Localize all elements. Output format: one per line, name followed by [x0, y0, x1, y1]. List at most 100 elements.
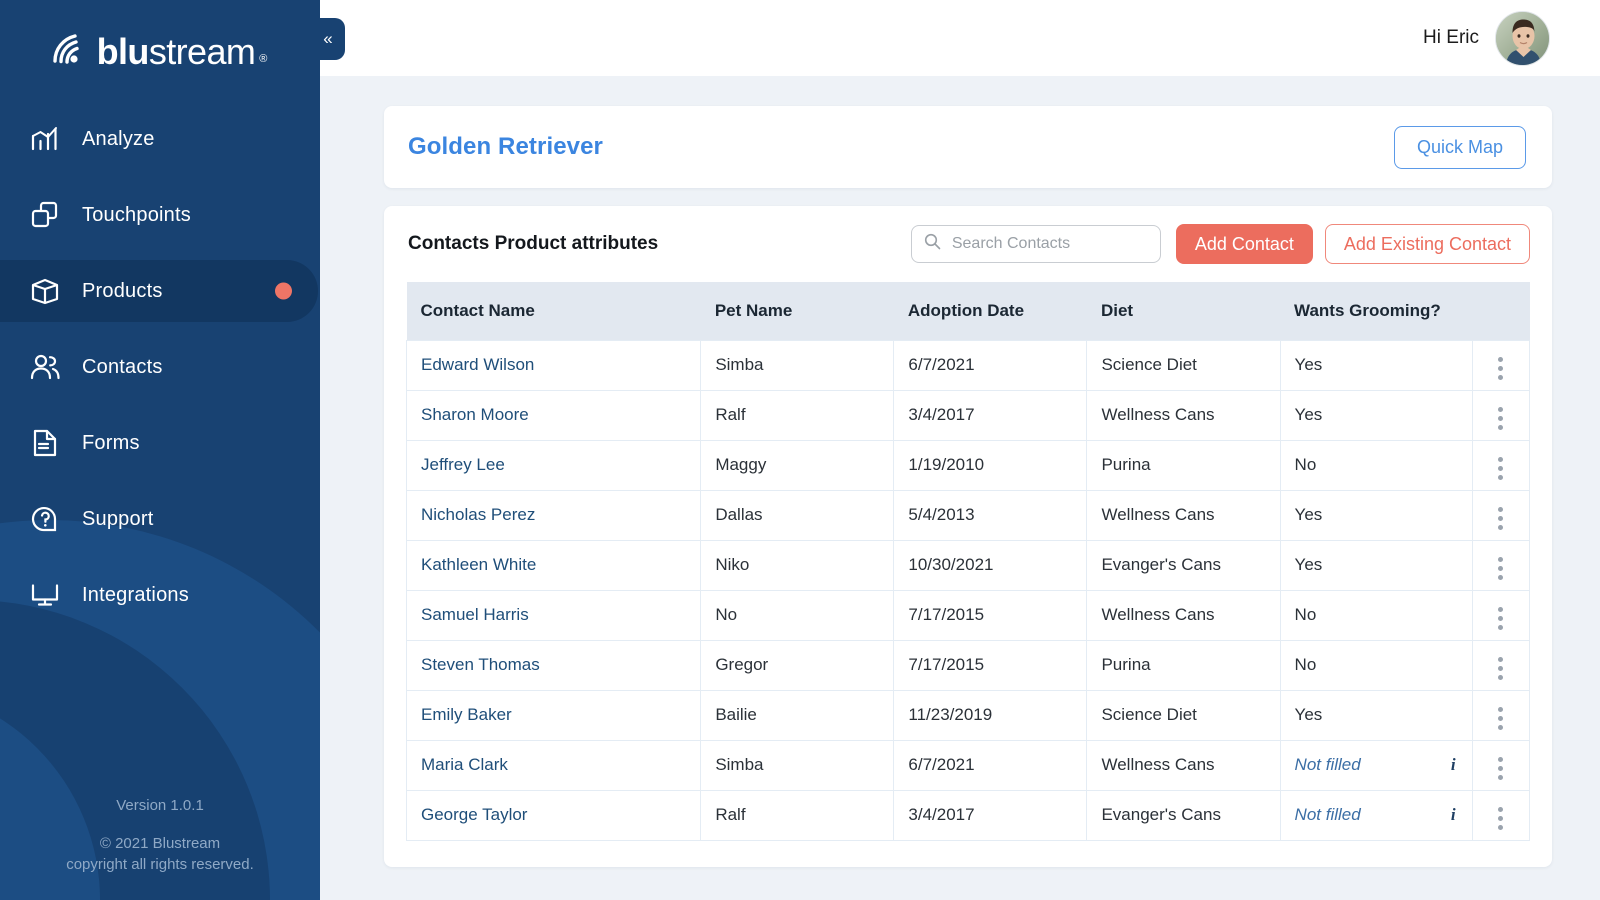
- contact-name-link[interactable]: Edward Wilson: [421, 355, 534, 374]
- sidebar-footer: Version 1.0.1 © 2021 Blustream copyright…: [0, 795, 320, 876]
- sidebar-item-support[interactable]: Support: [0, 488, 320, 550]
- sidebar-item-touchpoints[interactable]: Touchpoints: [0, 184, 320, 246]
- info-icon[interactable]: i: [1451, 805, 1456, 825]
- cell-adoption-date: 7/17/2015: [893, 589, 1088, 641]
- table-row: Jeffrey Lee Maggy 1/19/2010 Purina No: [405, 439, 1531, 491]
- cell-wants-grooming: No: [1279, 589, 1473, 641]
- contacts-heading: Contacts Product attributes: [408, 233, 659, 254]
- bar-chart-icon: [28, 122, 62, 156]
- sidebar-item-forms[interactable]: Forms: [0, 412, 320, 474]
- column-header-wants-grooming[interactable]: Wants Grooming?: [1280, 282, 1473, 340]
- cell-pet-name: Simba: [700, 339, 895, 391]
- cell-row-actions: [1471, 589, 1531, 641]
- brand-logo[interactable]: blustream ®: [0, 0, 320, 100]
- cell-adoption-date: 1/19/2010: [893, 439, 1088, 491]
- table-header: Contact Name Pet Name Adoption Date Diet…: [406, 282, 1530, 340]
- contacts-toolbar: Contacts Product attributes Add Contact …: [406, 206, 1530, 282]
- monitor-icon: [28, 578, 62, 612]
- info-icon[interactable]: i: [1451, 755, 1456, 775]
- people-icon: [28, 350, 62, 384]
- cell-row-actions: [1471, 739, 1531, 791]
- column-header-adoption-date[interactable]: Adoption Date: [893, 282, 1087, 340]
- cell-adoption-date: 6/7/2021: [893, 739, 1088, 791]
- add-existing-contact-button[interactable]: Add Existing Contact: [1324, 224, 1530, 264]
- table-row: Maria Clark Simba 6/7/2021 Wellness Cans Not…: [405, 739, 1531, 791]
- brand-name: blustream: [96, 30, 256, 72]
- contacts-card: Contacts Product attributes Add Contact …: [384, 206, 1552, 867]
- kebab-menu-icon[interactable]: [1494, 653, 1507, 684]
- sidebar-item-integrations[interactable]: Integrations: [0, 564, 320, 626]
- kebab-menu-icon[interactable]: [1494, 503, 1507, 534]
- search-input[interactable]: [910, 225, 1161, 263]
- cell-row-actions: [1471, 539, 1531, 591]
- contact-name-link[interactable]: Maria Clark: [421, 755, 508, 774]
- table-row: Nicholas Perez Dallas 5/4/2013 Wellness Can…: [405, 489, 1531, 541]
- contact-name-link[interactable]: Nicholas Perez: [421, 505, 535, 524]
- contacts-table: Contact Name Pet Name Adoption Date Diet…: [405, 282, 1531, 841]
- quick-map-button[interactable]: Quick Map: [1393, 125, 1526, 169]
- cell-contact-name: Edward Wilson: [405, 339, 702, 391]
- cell-adoption-date: 7/17/2015: [893, 639, 1088, 691]
- content-area: Golden Retriever Quick Map Contacts Prod…: [320, 76, 1600, 900]
- sidebar-item-products[interactable]: Products: [0, 260, 318, 322]
- add-contact-button[interactable]: Add Contact: [1175, 224, 1313, 264]
- topbar: Hi Eric: [320, 0, 1600, 76]
- contact-name-link[interactable]: Emily Baker: [421, 705, 512, 724]
- column-header-diet[interactable]: Diet: [1086, 282, 1281, 340]
- cell-pet-name: Dallas: [700, 489, 895, 541]
- copyright-line-2: copyright all rights reserved.: [66, 856, 254, 874]
- sidebar-item-label: Products: [82, 279, 163, 302]
- cell-wants-grooming: No: [1279, 439, 1473, 491]
- cell-pet-name: Maggy: [700, 439, 895, 491]
- column-header-contact-name[interactable]: Contact Name: [406, 282, 701, 340]
- cell-wants-grooming: Not filled i: [1279, 739, 1473, 791]
- cell-pet-name: Niko: [700, 539, 895, 591]
- cell-diet: Wellness Cans: [1086, 739, 1281, 791]
- sidebar: blustream ® Analyze Touchpoints Products…: [0, 0, 320, 900]
- sidebar-item-label: Touchpoints: [82, 203, 191, 226]
- kebab-menu-icon[interactable]: [1494, 553, 1507, 584]
- copyright-line-1: © 2021 Blustream: [99, 834, 221, 852]
- sidebar-item-contacts[interactable]: Contacts: [0, 336, 320, 398]
- cell-diet: Purina: [1086, 439, 1281, 491]
- kebab-menu-icon[interactable]: [1494, 703, 1507, 734]
- sidebar-item-analyze[interactable]: Analyze: [0, 108, 320, 170]
- contact-name-link[interactable]: George Taylor: [421, 805, 527, 824]
- kebab-menu-icon[interactable]: [1494, 603, 1507, 634]
- sidebar-item-label: Support: [82, 507, 154, 530]
- kebab-menu-icon[interactable]: [1494, 403, 1507, 434]
- cell-adoption-date: 3/4/2017: [893, 389, 1088, 441]
- table-row: Steven Thomas Gregor 7/17/2015 Purina No: [405, 639, 1531, 691]
- cell-contact-name: Emily Baker: [405, 689, 702, 741]
- table-body: Edward Wilson Simba 6/7/2021 Science Diet Ye…: [405, 339, 1531, 841]
- cell-contact-name: Nicholas Perez: [405, 489, 702, 541]
- kebab-menu-icon[interactable]: [1494, 453, 1507, 484]
- cell-pet-name: Ralf: [700, 389, 895, 441]
- avatar[interactable]: [1495, 10, 1550, 66]
- column-header-pet-name[interactable]: Pet Name: [700, 282, 894, 340]
- not-filled-value: Not filled: [1294, 805, 1361, 824]
- registered-mark: ®: [259, 52, 268, 65]
- not-filled-value: Not filled: [1294, 755, 1361, 774]
- contact-name-link[interactable]: Sharon Moore: [421, 405, 529, 424]
- cell-row-actions: [1471, 489, 1531, 541]
- sidebar-collapse-button[interactable]: «: [311, 18, 345, 60]
- cell-wants-grooming: No: [1279, 639, 1473, 691]
- kebab-menu-icon[interactable]: [1494, 753, 1507, 784]
- kebab-menu-icon[interactable]: [1494, 353, 1507, 384]
- cell-contact-name: Steven Thomas: [405, 639, 702, 691]
- contact-name-link[interactable]: Kathleen White: [421, 555, 536, 574]
- document-icon: [28, 426, 62, 460]
- notification-dot: [275, 282, 292, 300]
- cell-adoption-date: 11/23/2019: [893, 689, 1088, 741]
- kebab-menu-icon[interactable]: [1494, 803, 1507, 834]
- cell-contact-name: Samuel Harris: [405, 589, 702, 641]
- contact-name-link[interactable]: Steven Thomas: [421, 655, 540, 674]
- question-icon: [28, 502, 62, 536]
- contact-name-link[interactable]: Jeffrey Lee: [421, 455, 505, 474]
- cell-wants-grooming: Yes: [1279, 539, 1473, 591]
- table-row: Samuel Harris No 7/17/2015 Wellness Cans No: [405, 589, 1531, 641]
- app-version: Version 1.0.1: [116, 796, 204, 814]
- contact-name-link[interactable]: Samuel Harris: [421, 605, 529, 624]
- table-row: Kathleen White Niko 10/30/2021 Evanger's Ca…: [405, 539, 1531, 591]
